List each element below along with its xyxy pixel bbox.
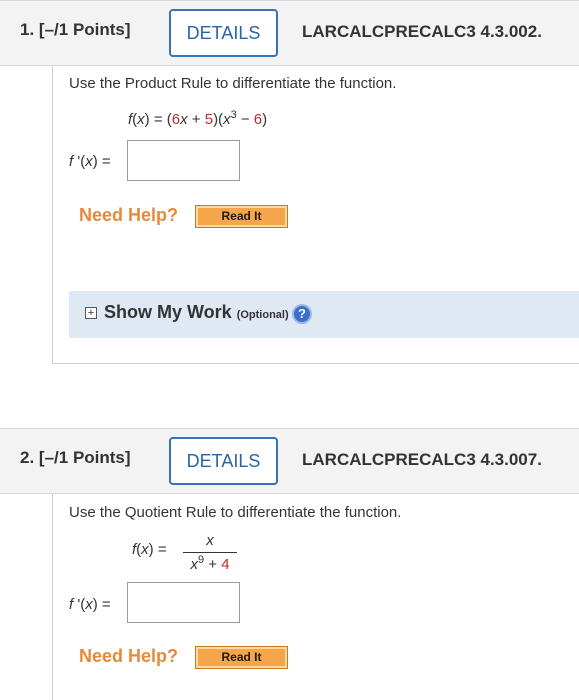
question-2-fraction: x x9 + 4: [183, 532, 237, 576]
question-1-prompt: Use the Product Rule to differentiate th…: [69, 75, 397, 92]
answer-label: f '(x) =: [69, 153, 111, 170]
plus-square-icon[interactable]: +: [85, 307, 97, 319]
details-button[interactable]: DETAILS: [169, 9, 278, 57]
fraction-denominator: x9 + 4: [190, 554, 230, 573]
question-1-function: f(x) = (6x + 5)(x3 − 6): [128, 109, 268, 128]
question-2-header: 2. [–/1 Points] DETAILS LARCALCPRECALC3 …: [0, 428, 579, 494]
answer-label: f '(x) =: [69, 596, 111, 613]
read-it-button[interactable]: Read It: [195, 205, 288, 228]
answer-input[interactable]: [127, 140, 240, 181]
question-2-number: 2. [–/1 Points]: [20, 448, 131, 467]
question-2-prompt: Use the Quotient Rule to differentiate t…: [69, 504, 402, 521]
show-my-work-label: Show My Work (Optional): [104, 302, 289, 322]
question-2-function-lhs: f(x) =: [132, 541, 167, 558]
fraction-numerator: x: [206, 532, 214, 549]
need-help-label: Need Help?: [79, 205, 179, 225]
question-1-code: LARCALCPRECALC3 4.3.002.: [302, 22, 542, 41]
question-2-code: LARCALCPRECALC3 4.3.007.: [302, 450, 542, 469]
read-it-button[interactable]: Read It: [195, 646, 288, 669]
question-1-body: Use the Product Rule to differentiate th…: [52, 66, 579, 364]
fraction-bar: [183, 552, 237, 553]
question-1-number: 1. [–/1 Points]: [20, 20, 131, 39]
answer-input[interactable]: [127, 582, 240, 623]
details-button[interactable]: DETAILS: [169, 437, 278, 485]
question-1-header: 1. [–/1 Points] DETAILS LARCALCPRECALC3 …: [0, 0, 579, 66]
need-help-label: Need Help?: [79, 646, 179, 666]
question-2-body: Use the Quotient Rule to differentiate t…: [52, 494, 579, 700]
question-circle-icon[interactable]: ?: [292, 304, 312, 324]
show-my-work-panel[interactable]: + Show My Work (Optional) ?: [69, 291, 579, 338]
